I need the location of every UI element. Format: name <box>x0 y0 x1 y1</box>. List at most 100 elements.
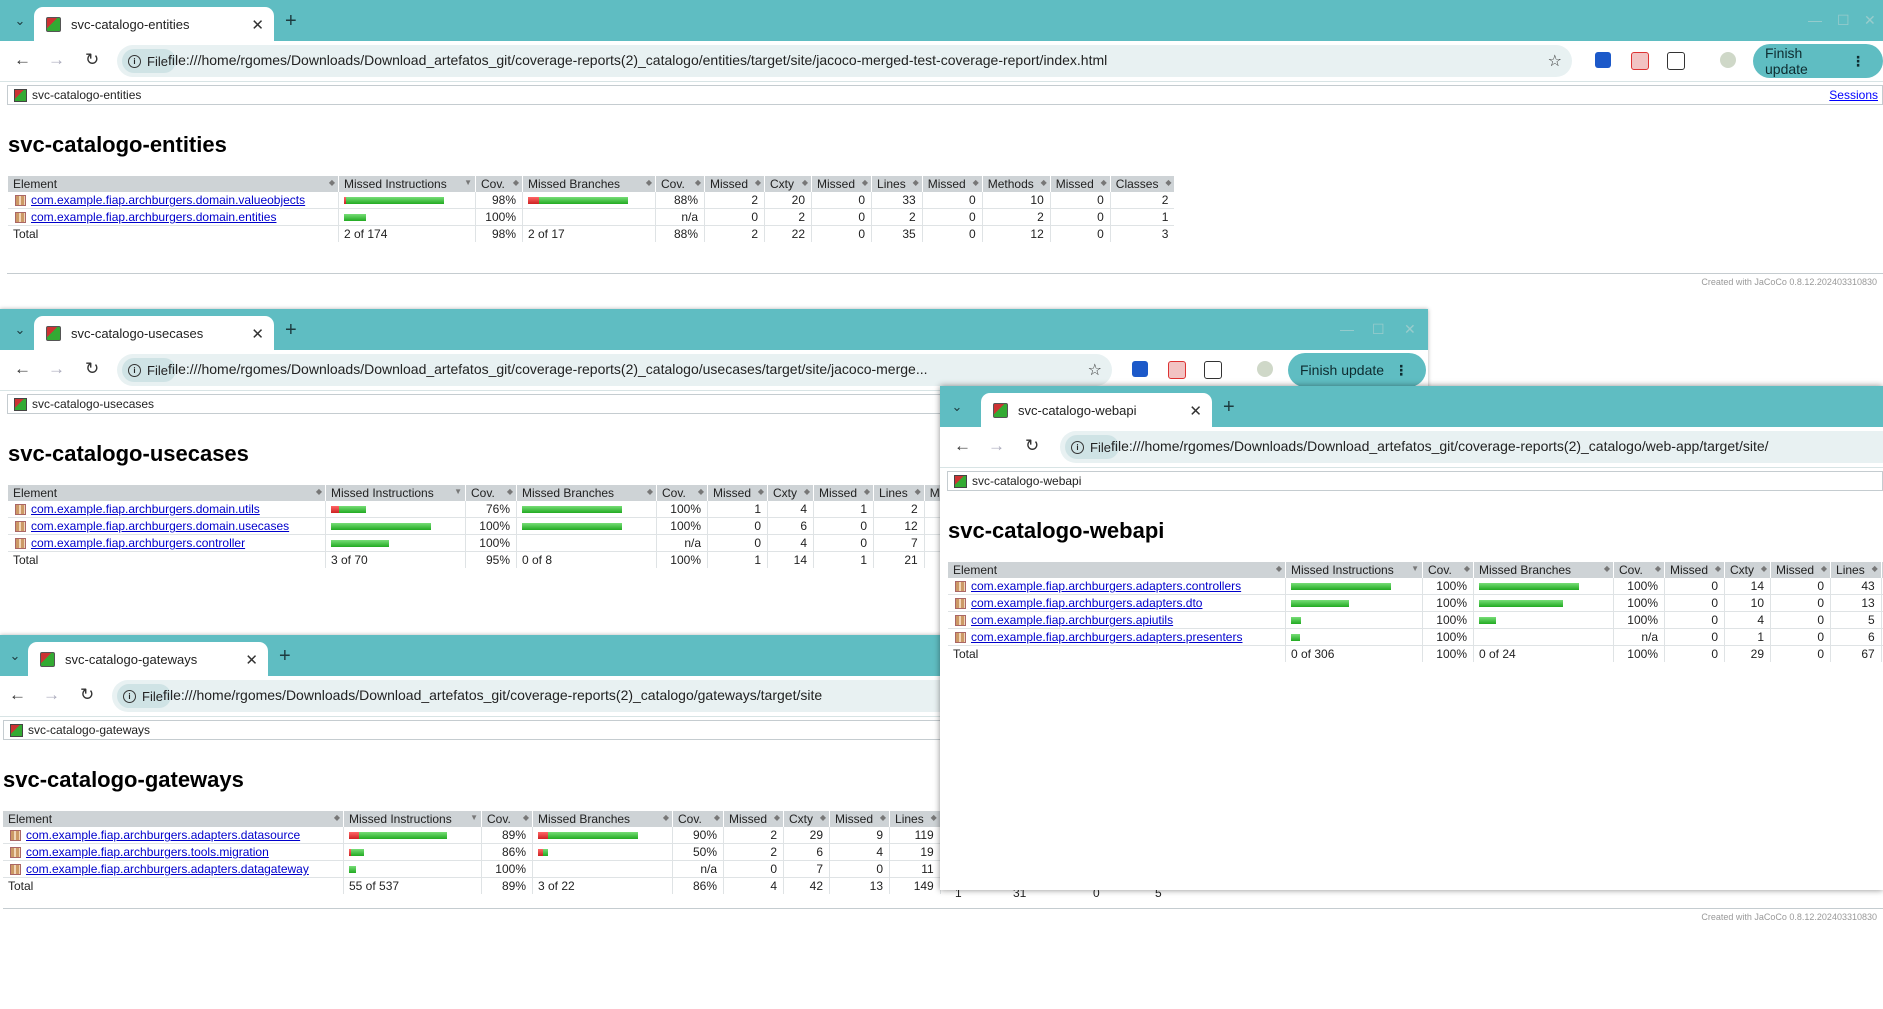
extension-icon-1[interactable] <box>1595 52 1611 68</box>
column-header[interactable]: Missed ◆ <box>811 176 872 192</box>
address-bar[interactable]: i File file:///home/rgomes/Downloads/Down… <box>117 45 1572 77</box>
package-link[interactable]: com.example.fiap.archburgers.domain.usec… <box>31 519 289 533</box>
bookmark-star-icon[interactable]: ☆ <box>1088 360 1102 380</box>
reload-icon[interactable]: ↻ <box>85 50 99 70</box>
tab-search-chevron-icon[interactable]: ⌄ <box>3 644 27 668</box>
maximize-icon[interactable]: ☐ <box>1837 12 1850 29</box>
package-link[interactable]: com.example.fiap.archburgers.apiutils <box>971 613 1173 627</box>
column-header[interactable]: Missed ◆ <box>1770 562 1831 578</box>
column-header[interactable]: Cov. ◆ <box>1613 562 1665 578</box>
tab-usecases[interactable]: svc-catalogo-usecases ✕ <box>34 316 274 350</box>
address-bar[interactable]: i File file:///home/rgomes/Downloads/Down… <box>117 354 1112 386</box>
column-header[interactable]: Cxty ◆ <box>1724 562 1771 578</box>
package-link[interactable]: com.example.fiap.archburgers.adapters.dt… <box>971 596 1202 610</box>
package-link[interactable]: com.example.fiap.archburgers.tools.migra… <box>26 845 269 859</box>
package-link[interactable]: com.example.fiap.archburgers.domain.enti… <box>31 210 276 224</box>
package-link[interactable]: com.example.fiap.archburgers.adapters.co… <box>971 579 1241 593</box>
package-link[interactable]: com.example.fiap.archburgers.adapters.pr… <box>971 630 1242 644</box>
tab-search-chevron-icon[interactable]: ⌄ <box>8 318 32 342</box>
new-tab-icon[interactable]: + <box>279 645 291 668</box>
column-header[interactable]: Cov. ◆ <box>656 485 708 501</box>
column-header[interactable]: Cov. ◆ <box>655 176 705 192</box>
column-header[interactable]: Cxty ◆ <box>767 485 814 501</box>
reload-icon[interactable]: ↻ <box>85 359 99 379</box>
back-icon[interactable]: ← <box>14 359 31 379</box>
column-header[interactable]: Cov. ◆ <box>481 811 533 827</box>
column-header[interactable]: Missed ◆ <box>1663 562 1725 578</box>
column-header[interactable]: Lines ◆ <box>871 176 923 192</box>
column-header[interactable]: Missed Instructions ▼ <box>338 176 476 192</box>
extension-icon-2[interactable] <box>1631 52 1649 70</box>
column-header[interactable]: Cov. ◆ <box>672 811 724 827</box>
back-icon[interactable]: ← <box>14 50 31 70</box>
column-header[interactable]: Cxty ◆ <box>764 176 812 192</box>
bookmark-star-icon[interactable]: ☆ <box>1548 51 1562 71</box>
close-window-icon[interactable]: ✕ <box>1864 12 1876 29</box>
extension-icon-2[interactable] <box>1168 361 1186 379</box>
reload-icon[interactable]: ↻ <box>1025 436 1039 456</box>
close-tab-icon[interactable]: ✕ <box>251 16 264 34</box>
extensions-puzzle-icon[interactable] <box>1667 52 1685 70</box>
column-header[interactable]: Missed ◆ <box>703 176 765 192</box>
package-link[interactable]: com.example.fiap.archburgers.controller <box>31 536 245 550</box>
column-header[interactable]: Missed Instructions ▼ <box>343 811 482 827</box>
close-window-icon[interactable]: ✕ <box>1404 321 1416 338</box>
column-header[interactable]: Cov. ◆ <box>465 485 517 501</box>
forward-icon[interactable]: → <box>48 359 65 379</box>
tab-gateways[interactable]: svc-catalogo-gateways ✕ <box>28 642 268 676</box>
tab-entities[interactable]: svc-catalogo-entities ✕ <box>34 7 274 41</box>
package-link[interactable]: com.example.fiap.archburgers.domain.util… <box>31 502 260 516</box>
column-header[interactable]: Missed ◆ <box>829 811 890 827</box>
sessions-link[interactable]: Sessions <box>1829 88 1878 102</box>
column-header[interactable]: Element ◆ <box>948 562 1286 578</box>
maximize-icon[interactable]: ☐ <box>1372 321 1385 338</box>
minimize-icon[interactable]: — <box>1808 12 1822 28</box>
forward-icon[interactable]: → <box>48 50 65 70</box>
column-header[interactable]: Lines ◆ <box>889 811 941 827</box>
close-tab-icon[interactable]: ✕ <box>245 651 258 669</box>
column-header[interactable]: Missed Branches ◆ <box>532 811 673 827</box>
column-header[interactable]: Cov. ◆ <box>1422 562 1474 578</box>
back-icon[interactable]: ← <box>954 436 971 456</box>
address-bar[interactable]: i File file:///home/rgomes/Downloads/Down… <box>112 680 1012 712</box>
new-tab-icon[interactable]: + <box>285 319 297 342</box>
minimize-icon[interactable]: — <box>1340 321 1354 337</box>
column-header[interactable]: Element ◆ <box>3 811 344 827</box>
column-header[interactable]: Missed Instructions ▼ <box>1285 562 1423 578</box>
finish-update-button[interactable]: Finish update ⋮ <box>1753 44 1883 78</box>
column-header[interactable]: Missed ◆ <box>813 485 874 501</box>
column-header[interactable]: Lines ◆ <box>873 485 925 501</box>
column-header[interactable]: Missed ◆ <box>921 176 983 192</box>
column-header[interactable]: Missed Branches ◆ <box>522 176 656 192</box>
tab-webapi[interactable]: svc-catalogo-webapi ✕ <box>981 393 1212 427</box>
close-tab-icon[interactable]: ✕ <box>1189 402 1202 420</box>
column-header[interactable]: Missed ◆ <box>722 811 784 827</box>
extensions-puzzle-icon[interactable] <box>1204 361 1222 379</box>
finish-update-button[interactable]: Finish update ⋮ <box>1288 353 1427 387</box>
extension-icon-1[interactable] <box>1132 361 1148 377</box>
tab-search-chevron-icon[interactable]: ⌄ <box>8 9 32 33</box>
column-header[interactable]: Lines ◆ <box>1830 562 1882 578</box>
profile-avatar-icon[interactable] <box>1257 361 1273 377</box>
column-header[interactable]: Missed Branches ◆ <box>516 485 657 501</box>
package-link[interactable]: com.example.fiap.archburgers.adapters.da… <box>26 862 309 876</box>
forward-icon[interactable]: → <box>43 685 60 705</box>
new-tab-icon[interactable]: + <box>1223 396 1235 419</box>
column-header[interactable]: Missed Branches ◆ <box>1473 562 1614 578</box>
close-tab-icon[interactable]: ✕ <box>251 325 264 343</box>
column-header[interactable]: Missed ◆ <box>1049 176 1111 192</box>
column-header[interactable]: Element ◆ <box>8 176 339 192</box>
package-link[interactable]: com.example.fiap.archburgers.domain.valu… <box>31 193 305 207</box>
column-header[interactable]: Element ◆ <box>8 485 326 501</box>
column-header[interactable]: Missed Instructions ▼ <box>325 485 466 501</box>
column-header[interactable]: Cov. ◆ <box>475 176 523 192</box>
column-header[interactable]: Methods ◆ <box>981 176 1051 192</box>
column-header[interactable]: Missed ◆ <box>706 485 768 501</box>
new-tab-icon[interactable]: + <box>285 10 297 33</box>
tab-search-chevron-icon[interactable]: ⌄ <box>945 395 969 419</box>
package-link[interactable]: com.example.fiap.archburgers.adapters.da… <box>26 828 300 842</box>
column-header[interactable]: Classes ◆ <box>1109 176 1175 192</box>
back-icon[interactable]: ← <box>9 685 26 705</box>
column-header[interactable]: Cxty ◆ <box>783 811 830 827</box>
forward-icon[interactable]: → <box>988 436 1005 456</box>
